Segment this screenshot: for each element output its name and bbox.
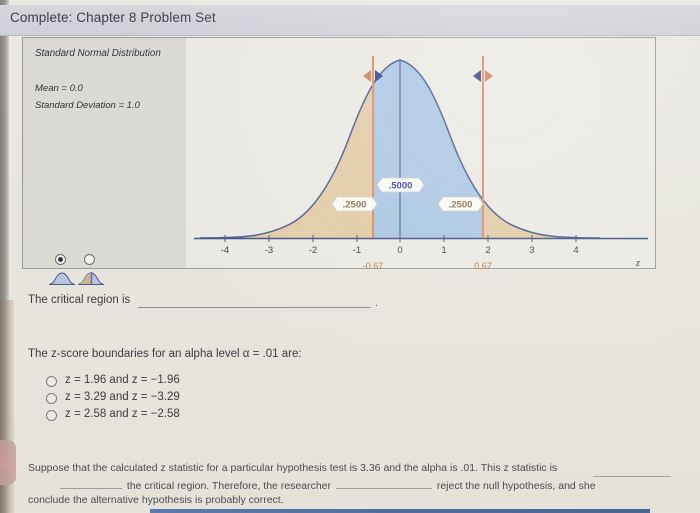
normal-curve-icon[interactable] bbox=[49, 270, 75, 286]
radio-icon[interactable] bbox=[46, 410, 57, 421]
xtick-label: 1 bbox=[441, 245, 446, 256]
option-label: z = 1.96 and z = −1.96 bbox=[65, 374, 180, 386]
paragraph-blank-1[interactable] bbox=[60, 478, 122, 489]
bottom-scrollbar-artifact[interactable] bbox=[150, 509, 650, 513]
applet-mode-radio-two-tailed[interactable] bbox=[84, 254, 95, 265]
paragraph-blank-3[interactable] bbox=[593, 476, 671, 477]
region-right-tail bbox=[483, 60, 600, 238]
xtick-label: -3 bbox=[265, 245, 273, 256]
paragraph-blank-2[interactable] bbox=[335, 478, 432, 489]
radio-icon[interactable] bbox=[46, 376, 57, 387]
question-1-answer-blank[interactable] bbox=[138, 307, 371, 308]
question-1-prompt: The critical region is bbox=[28, 294, 131, 306]
proportion-center-value: .5000 bbox=[389, 181, 413, 192]
cursor-right-value: 0.67 bbox=[474, 261, 492, 270]
page-header-bar: Complete: Chapter 8 Problem Set bbox=[0, 5, 700, 36]
cursor-left-value: -0.67 bbox=[363, 261, 384, 270]
radio-icon[interactable] bbox=[46, 393, 57, 404]
paragraph-line-1: Suppose that the calculated z statistic … bbox=[28, 462, 558, 474]
chart-shaded-regions bbox=[200, 60, 600, 238]
mean-label: Mean = 0.0 bbox=[35, 83, 83, 94]
option-label: z = 2.58 and z = −2.58 bbox=[65, 408, 180, 420]
applet-mode-radio-one-tailed[interactable] bbox=[55, 254, 66, 265]
question-2-prompt: The z-score boundaries for an alpha leve… bbox=[28, 348, 302, 360]
distribution-applet-panel[interactable]: Standard Normal Distribution Mean = 0.0 … bbox=[22, 37, 657, 285]
proportion-left-value: .2500 bbox=[343, 200, 367, 211]
question-1-period: . bbox=[375, 297, 379, 309]
x-axis-tick-labels: -4 -3 -2 -1 0 1 2 3 4 bbox=[221, 245, 579, 256]
proportion-badge-center: .5000 bbox=[376, 177, 425, 193]
page-title: Complete: Chapter 8 Problem Set bbox=[10, 10, 216, 25]
x-axis-title: z bbox=[635, 258, 640, 269]
paragraph-line-2b: reject the null hypothesis, and she bbox=[436, 480, 596, 492]
paragraph-line-3: conclude the alternative hypothesis is p… bbox=[28, 494, 284, 506]
xtick-label: 0 bbox=[397, 245, 402, 256]
normal-distribution-chart[interactable]: -4 -3 -2 -1 0 1 2 3 4 z -0.67 0.67 .5000… bbox=[186, 38, 657, 270]
xtick-label: 3 bbox=[529, 245, 534, 256]
applet-controls-pane: Standard Normal Distribution Mean = 0.0 … bbox=[23, 38, 186, 285]
xtick-label: -2 bbox=[309, 245, 317, 256]
xtick-label: -4 bbox=[221, 245, 229, 256]
proportion-right-value: .2500 bbox=[449, 200, 473, 211]
proportion-badge-left: .2500 bbox=[331, 196, 378, 212]
distribution-title: Standard Normal Distribution bbox=[35, 48, 161, 59]
xtick-label: -1 bbox=[353, 245, 361, 256]
standard-deviation-label: Standard Deviation = 1.0 bbox=[35, 100, 140, 111]
photo-edge-artifact bbox=[0, 440, 16, 485]
xtick-label: 4 bbox=[573, 245, 578, 256]
proportion-badge-right: .2500 bbox=[437, 196, 484, 212]
option-label: z = 3.29 and z = −3.29 bbox=[65, 391, 180, 403]
applet-chart-pane[interactable]: -4 -3 -2 -1 0 1 2 3 4 z -0.67 0.67 .5000… bbox=[186, 38, 657, 270]
normal-curve-split-icon[interactable] bbox=[78, 270, 104, 286]
final-paragraph: Suppose that the calculated z statistic … bbox=[28, 462, 671, 510]
xtick-label: 2 bbox=[485, 245, 490, 256]
paragraph-line-2a: the critical region. Therefore, the rese… bbox=[126, 480, 331, 492]
